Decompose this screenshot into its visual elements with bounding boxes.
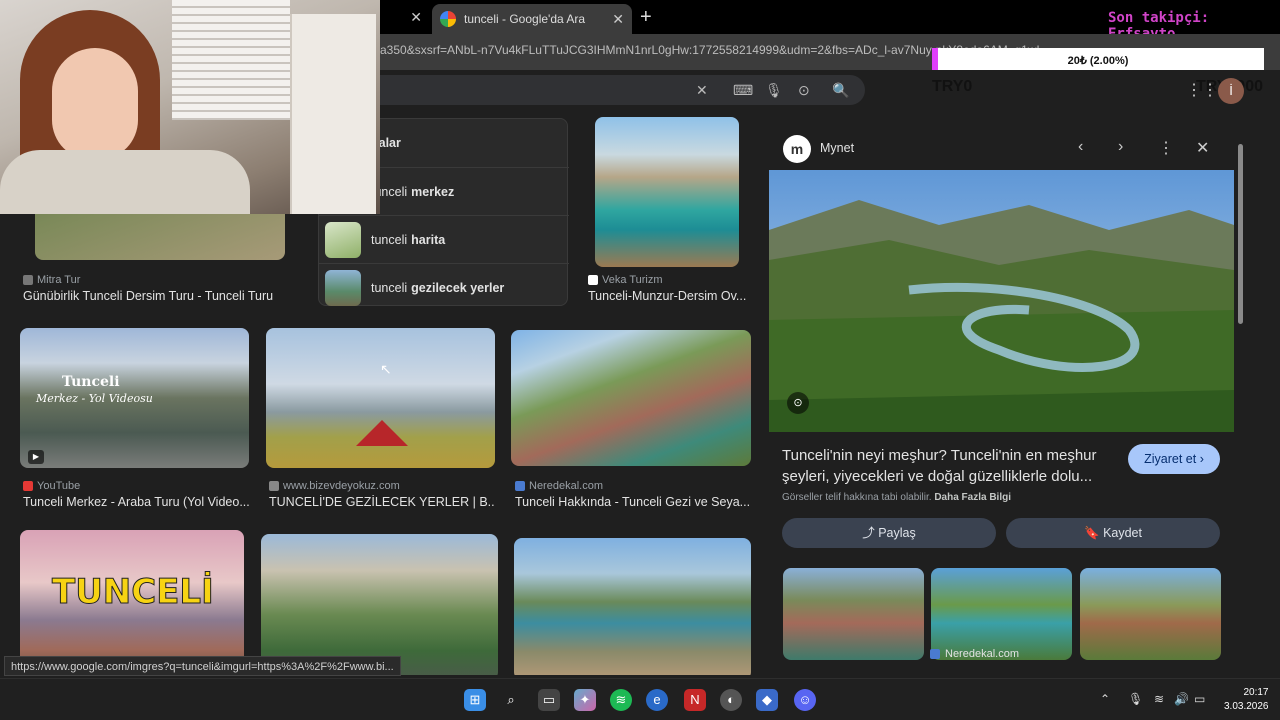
volume-icon[interactable]: 🔊	[1174, 692, 1189, 706]
search-icon[interactable]: ⌕	[500, 689, 522, 711]
close-tab-icon[interactable]: ✕	[410, 9, 422, 26]
previous-tab[interactable]: ✕	[380, 4, 430, 30]
copilot-icon[interactable]: ✦	[574, 689, 596, 711]
result-title[interactable]: Tunceli Merkez - Araba Turu (Yol Video..…	[23, 495, 263, 509]
play-icon: ▶	[28, 450, 44, 464]
image-preview-panel: m Mynet ‹ › ⋮ ✕ ⊙ Tunceli'nin neyi meşhu…	[768, 118, 1248, 663]
streamer-face	[52, 48, 138, 160]
preview-title[interactable]: Tunceli'nin neyi meşhur? Tunceli'nin en …	[782, 445, 1112, 487]
suggestion-item[interactable]: tunceli gezilecek yerler	[319, 263, 569, 311]
site-name[interactable]: Mynet	[820, 141, 854, 155]
red-roof-house	[356, 420, 408, 446]
copyright-note: Görseller telif hakkına tabi olabilir. D…	[782, 492, 1011, 503]
taskbar: ⊞ ⌕ ▭ ✦ ≋ e N ◐ ◆ ☺ ⌃ 🎙 ≋ 🔊 ▭ 20:17 3.03…	[0, 678, 1280, 720]
mic-icon[interactable]: 🎙	[765, 82, 783, 99]
result-thumb-lake[interactable]	[514, 538, 751, 675]
result-thumb-youtube[interactable]: Tunceli Merkez - Yol Videosu ▶	[20, 328, 249, 468]
netflix-icon[interactable]: N	[684, 689, 706, 711]
spotify-icon[interactable]: ≋	[610, 689, 632, 711]
source-favicon-icon	[269, 481, 279, 491]
result-source: www.bizevdeyokuz.com	[269, 480, 400, 492]
thumb-overlay-title: Tunceli	[62, 374, 120, 390]
task-view-icon[interactable]: ▭	[538, 689, 560, 711]
result-source: Veka Turizm	[588, 274, 663, 286]
related-image[interactable]	[931, 568, 1072, 660]
more-info-link[interactable]: Daha Fazla Bilgi	[934, 492, 1011, 503]
keyboard-icon[interactable]: ⌨	[733, 82, 753, 99]
preview-image[interactable]: ⊙	[769, 170, 1234, 432]
lens-icon[interactable]: ⊙	[798, 82, 810, 99]
share-button[interactable]: ⤴ Paylaş	[782, 518, 996, 548]
share-icon: ⤴	[862, 526, 879, 540]
microphone-icon[interactable]: 🎙	[1128, 692, 1143, 706]
thumb-overlay-title: TUNCELİ	[52, 572, 215, 613]
result-thumb-veka[interactable]	[595, 117, 739, 267]
source-favicon-icon	[23, 275, 33, 285]
battery-icon[interactable]: ▭	[1194, 692, 1205, 706]
related-image[interactable]	[1080, 568, 1221, 660]
streamer-sweater	[0, 150, 250, 214]
more-options-icon[interactable]: ⋮	[1158, 138, 1174, 158]
thumb-overlay-subtitle: Merkez - Yol Videosu	[36, 392, 153, 405]
try-left-overlay: TRY0	[932, 78, 973, 95]
youtube-favicon-icon	[23, 481, 33, 491]
steam-icon[interactable]: ◐	[720, 689, 742, 711]
result-source: Mitra Tur	[23, 274, 80, 286]
visual-search-icon[interactable]: ⊙	[787, 392, 809, 414]
new-tab-button[interactable]: +	[640, 6, 652, 29]
result-source: YouTube	[23, 480, 80, 492]
mouse-cursor-icon: ↖	[380, 361, 392, 377]
clock-date: 3.03.2026	[1224, 701, 1269, 712]
close-icon[interactable]: ✕	[1196, 138, 1209, 158]
result-thumb-bizevdeyokuz[interactable]	[266, 328, 495, 468]
donation-progress-text: 20₺ (2.00%)	[1067, 55, 1129, 67]
search-icon[interactable]: 🔍	[832, 82, 849, 99]
result-title[interactable]: Tunceli-Munzur-Dersim Ov...	[588, 289, 748, 303]
door	[290, 14, 376, 214]
result-source: Neredekal.com	[515, 480, 603, 492]
related-image[interactable]	[783, 568, 924, 660]
status-url: https://www.google.com/imgres?q=tunceli&…	[4, 656, 401, 676]
google-favicon-icon	[440, 11, 456, 27]
result-title[interactable]: TUNCELİ'DE GEZİLECEK YERLER | B...	[269, 495, 494, 509]
visit-button[interactable]: Ziyaret et ›	[1128, 444, 1220, 474]
source-favicon-icon	[588, 275, 598, 285]
wifi-icon[interactable]: ≋	[1154, 692, 1164, 706]
close-tab-icon[interactable]: ✕	[612, 11, 624, 28]
tab-google-search[interactable]: tunceli - Google'da Ara ✕	[432, 4, 632, 34]
river-valley-image	[769, 170, 1234, 432]
related-source: Neredekal.com	[930, 648, 1019, 660]
scrollbar-thumb[interactable]	[1238, 144, 1243, 324]
chevron-up-icon[interactable]: ⌃	[1100, 692, 1110, 706]
result-thumb-neredekal[interactable]	[511, 330, 751, 466]
discord-icon[interactable]: ☺	[794, 689, 816, 711]
clock[interactable]: 20:17 3.03.2026	[1224, 686, 1269, 714]
result-title[interactable]: Günübirlik Tunceli Dersim Turu - Tunceli…	[23, 289, 283, 303]
app-icon[interactable]: ◆	[756, 689, 778, 711]
previous-icon[interactable]: ‹	[1078, 138, 1083, 156]
source-favicon-icon	[515, 481, 525, 491]
clear-icon[interactable]: ✕	[696, 82, 708, 99]
edge-icon[interactable]: e	[646, 689, 668, 711]
window-blind	[172, 0, 290, 120]
result-title[interactable]: Tunceli Hakkında - Tunceli Gezi ve Seya.…	[515, 495, 755, 509]
preview-scrollbar[interactable]	[1236, 128, 1244, 658]
neredekal-favicon-icon	[930, 649, 940, 659]
suggestion-thumb	[325, 222, 361, 258]
webcam-overlay	[0, 0, 380, 214]
account-avatar[interactable]: İ	[1218, 78, 1244, 104]
next-icon[interactable]: ›	[1118, 138, 1123, 156]
suggestion-thumb	[325, 270, 361, 306]
result-thumb-tunceli-text[interactable]: TUNCELİ	[20, 530, 244, 675]
result-thumb-river-town[interactable]	[261, 534, 498, 675]
apps-grid-icon[interactable]: ⋮⋮	[1186, 80, 1218, 100]
clock-time: 20:17	[1243, 687, 1269, 698]
tab-title: tunceli - Google'da Ara	[464, 12, 586, 26]
bookmark-icon: 🔖	[1084, 526, 1104, 540]
windows-start-icon[interactable]: ⊞	[464, 689, 486, 711]
search-input[interactable]: ✕ ⌨ 🎙 ⊙ 🔍	[300, 75, 865, 105]
suggestion-item[interactable]: tunceli harita	[319, 215, 569, 263]
save-button[interactable]: 🔖 Kaydet	[1006, 518, 1220, 548]
site-logo: m	[783, 135, 811, 163]
